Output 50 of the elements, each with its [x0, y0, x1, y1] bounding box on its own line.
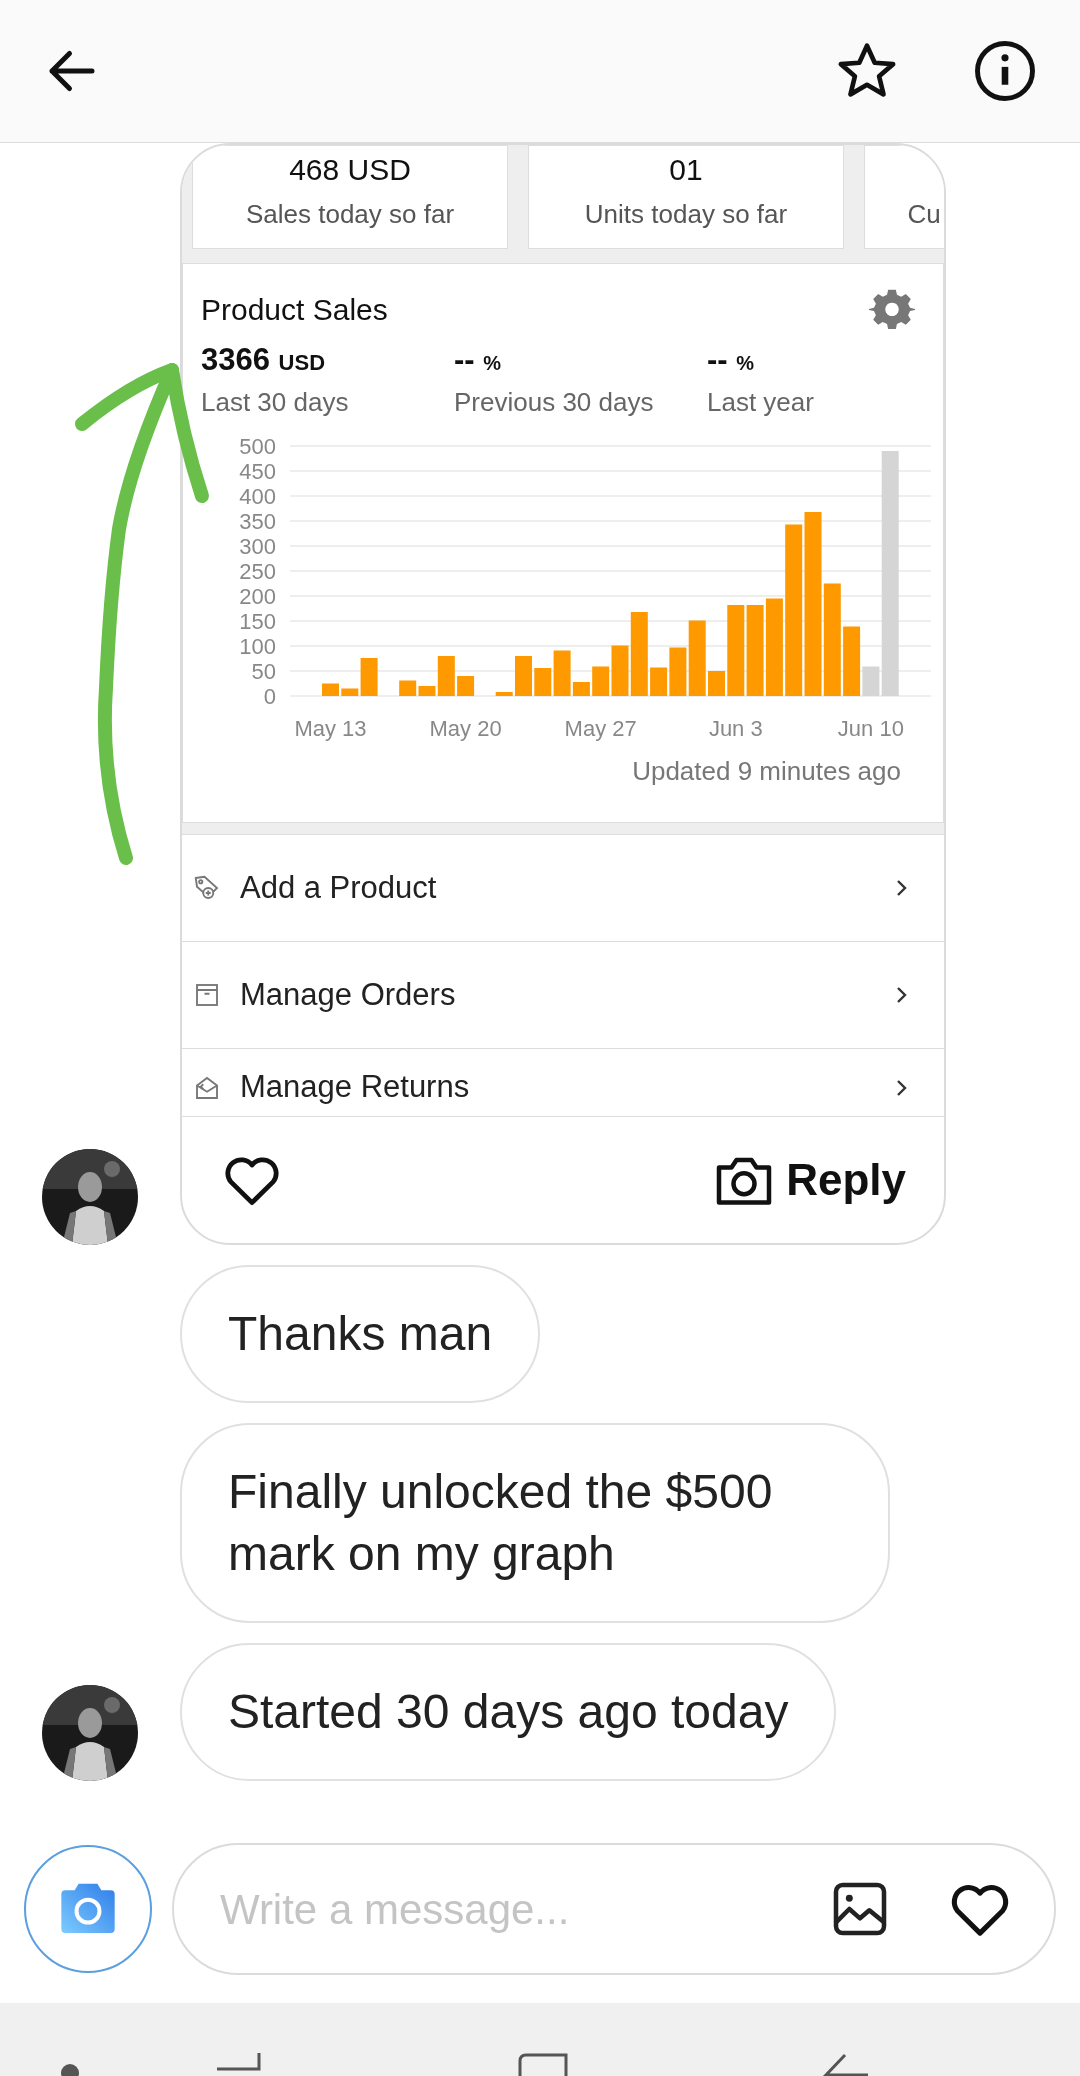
- stat-label: Last year: [707, 386, 815, 419]
- menu-item[interactable]: Add a Product: [182, 835, 944, 942]
- menu-item[interactable]: Manage Returns: [182, 1049, 944, 1117]
- axis-label: 100: [239, 634, 276, 659]
- axis-label: 350: [239, 509, 276, 534]
- axis-label: May 13: [294, 715, 367, 743]
- updated-time: Updated 9 minutes ago: [632, 755, 901, 788]
- axis-label: May 27: [564, 715, 637, 743]
- message-input[interactable]: Write a message...: [220, 1877, 828, 1941]
- info-icon[interactable]: [972, 38, 1038, 104]
- bar: [495, 692, 513, 696]
- axis-label: 50: [251, 659, 276, 684]
- stat-value: -- %: [454, 341, 503, 379]
- bar: [457, 676, 475, 696]
- message-field[interactable]: Write a message...: [172, 1843, 1056, 1975]
- summary-tile[interactable]: 01 Units today so far: [528, 145, 844, 249]
- axis-label: 450: [239, 459, 276, 484]
- summary-tile[interactable]: 468 USD Sales today so far: [192, 145, 508, 249]
- axis-label: 0: [263, 684, 276, 708]
- back-icon[interactable]: [820, 2053, 870, 2076]
- axis-label: Jun 10: [837, 715, 904, 743]
- tile-value: 01: [669, 155, 703, 185]
- stat-value: 3366 USD: [201, 341, 327, 379]
- tile-label: Cu: [907, 198, 941, 231]
- axis-label: 200: [239, 584, 276, 609]
- axis-label: 500: [239, 436, 276, 459]
- reply-button[interactable]: Reply: [714, 1147, 906, 1213]
- summary-tile[interactable]: Cu: [864, 145, 944, 249]
- message-bubble: Thanks man: [180, 1265, 541, 1403]
- axis-label: 400: [239, 484, 276, 509]
- menu-item[interactable]: Manage Orders: [182, 942, 944, 1049]
- tile-label: Sales today so far: [245, 198, 455, 231]
- axis-label: 250: [239, 559, 276, 584]
- axis-label: May 20: [429, 715, 502, 743]
- stat-value: -- %: [707, 341, 756, 379]
- camera-button[interactable]: [24, 1845, 152, 1973]
- stat-label: Last 30 days: [201, 386, 350, 419]
- bar: [708, 671, 725, 696]
- home-icon[interactable]: [518, 2053, 570, 2076]
- axis-label: 150: [239, 609, 276, 634]
- axis-label: 300: [239, 534, 276, 559]
- bar: [322, 683, 339, 696]
- tile-label: Units today so far: [584, 198, 788, 231]
- tile-value: 468 USD: [289, 155, 411, 185]
- panel-title: Product Sales: [201, 291, 388, 328]
- message-bubble: Finally unlocked the $500 mark on my graph: [180, 1423, 890, 1623]
- message-bubble: Started 30 days ago today: [180, 1643, 837, 1781]
- axis-label: Jun 3: [708, 715, 763, 743]
- bar: [515, 656, 532, 696]
- stat-label: Previous 30 days: [454, 386, 655, 419]
